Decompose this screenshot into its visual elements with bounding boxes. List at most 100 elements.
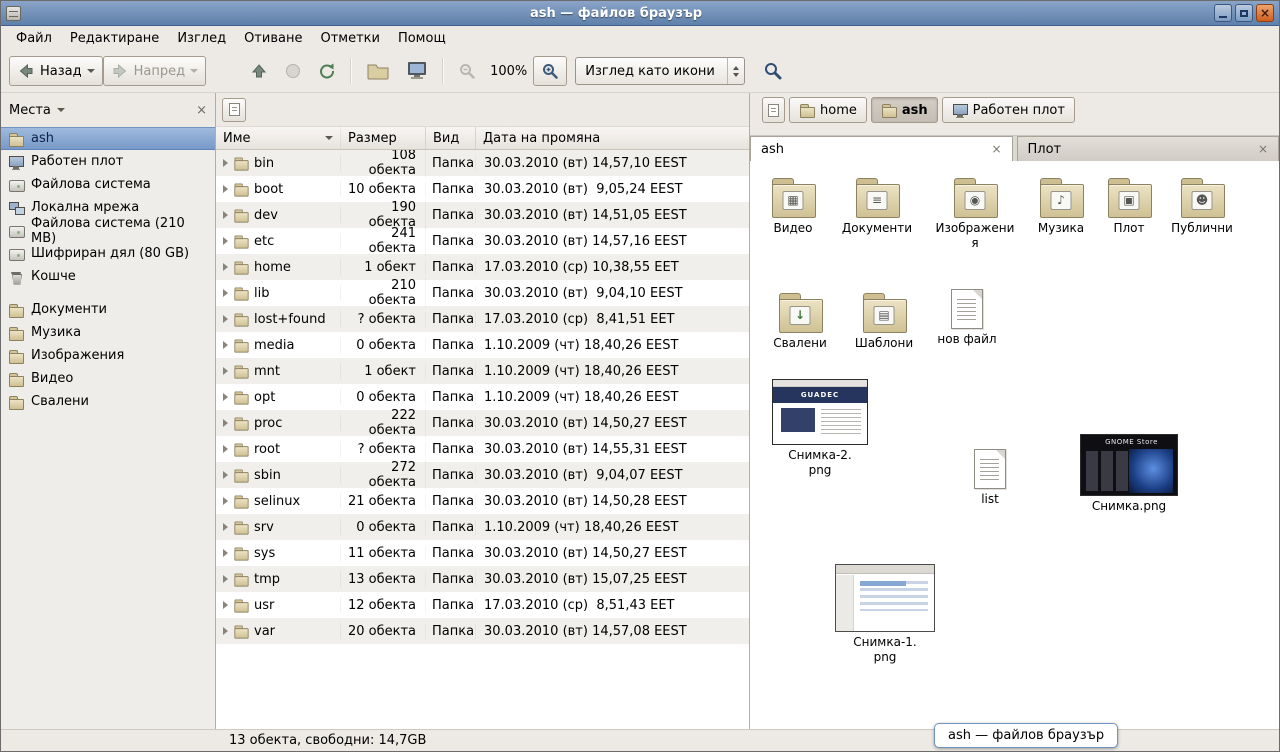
table-row[interactable]: dev 190 обекта Папка 30.03.2010 (вт) 14,…	[216, 202, 749, 228]
table-row[interactable]: selinux 21 обекта Папка 30.03.2010 (вт) …	[216, 488, 749, 514]
table-row[interactable]: srv 0 обекта Папка 1.10.2009 (чт) 18,40,…	[216, 514, 749, 540]
search-button[interactable]	[755, 55, 791, 87]
icon-item-public[interactable]: Публични	[1160, 176, 1244, 236]
table-row[interactable]: bin 108 обекта Папка 30.03.2010 (вт) 14,…	[216, 150, 749, 176]
expander-icon[interactable]	[223, 289, 228, 297]
column-header-type[interactable]: Вид	[426, 127, 476, 149]
sidebar-item[interactable]: Кошче	[1, 265, 215, 288]
table-row[interactable]: boot 10 обекта Папка 30.03.2010 (вт) 9,0…	[216, 176, 749, 202]
icon-item-snimka[interactable]: GNOME Store Снимка.png	[1079, 434, 1179, 514]
table-row[interactable]: root ? обекта Папка 30.03.2010 (вт) 14,5…	[216, 436, 749, 462]
computer-button[interactable]	[398, 55, 436, 87]
sidebar-close-icon[interactable]: ×	[196, 103, 207, 118]
home-button[interactable]	[358, 55, 398, 87]
expander-icon[interactable]	[223, 367, 228, 375]
table-row[interactable]: lib 210 обекта Папка 30.03.2010 (вт) 9,0…	[216, 280, 749, 306]
table-row[interactable]: sbin 272 обекта Папка 30.03.2010 (вт) 9,…	[216, 462, 749, 488]
up-button[interactable]	[242, 56, 276, 86]
expander-icon[interactable]	[223, 211, 228, 219]
icon-item-desktop[interactable]: Плот	[1087, 176, 1171, 236]
sidebar-title-dropdown-icon[interactable]	[57, 108, 65, 112]
folder-icon	[233, 415, 248, 430]
expander-icon[interactable]	[223, 497, 228, 505]
expander-icon[interactable]	[223, 263, 228, 271]
table-row[interactable]: mnt 1 обект Папка 1.10.2009 (чт) 18,40,2…	[216, 358, 749, 384]
menu-bookmarks[interactable]: Отметки	[311, 28, 388, 49]
table-row[interactable]: lost+found ? обекта Папка 17.03.2010 (ср…	[216, 306, 749, 332]
sidebar-item[interactable]: Шифриран дял (80 GB)	[1, 242, 215, 265]
view-mode-select[interactable]: Изглед като икони	[575, 57, 745, 85]
expander-icon[interactable]	[223, 341, 228, 349]
table-row[interactable]: proc 222 обекта Папка 30.03.2010 (вт) 14…	[216, 410, 749, 436]
minimize-button[interactable]	[1214, 4, 1232, 22]
table-row[interactable]: var 20 обекта Папка 30.03.2010 (вт) 14,5…	[216, 618, 749, 644]
menu-view[interactable]: Изглед	[168, 28, 235, 49]
column-header-date[interactable]: Дата на промяна	[476, 127, 749, 149]
zoom-in-button[interactable]	[533, 56, 567, 86]
icon-item-templates[interactable]: Шаблони	[842, 291, 926, 351]
pathbar-root-button[interactable]	[762, 97, 785, 123]
menu-go[interactable]: Отиване	[235, 28, 311, 49]
maximize-button[interactable]	[1235, 4, 1253, 22]
menu-help[interactable]: Помощ	[389, 28, 455, 49]
sidebar-item[interactable]: ash	[1, 127, 215, 150]
expander-icon[interactable]	[223, 575, 228, 583]
menu-edit[interactable]: Редактиране	[61, 28, 168, 49]
sidebar-item[interactable]: Свалени	[1, 390, 215, 413]
breadcrumb-home[interactable]: home	[789, 97, 867, 123]
sidebar-title[interactable]: Места	[9, 103, 51, 118]
expander-icon[interactable]	[223, 419, 228, 427]
breadcrumb-ash[interactable]: ash	[871, 97, 938, 123]
breadcrumb-desktop[interactable]: Работен плот	[942, 97, 1075, 123]
tab-ash[interactable]: ash ×	[750, 136, 1013, 161]
icon-item-list[interactable]: list	[948, 449, 1032, 507]
icon-item-documents[interactable]: Документи	[835, 176, 919, 236]
icon-item-new-file[interactable]: нов файл	[925, 289, 1009, 347]
expander-icon[interactable]	[223, 445, 228, 453]
reload-button[interactable]	[310, 56, 344, 86]
folder-icon	[1178, 176, 1226, 218]
expander-icon[interactable]	[223, 523, 228, 531]
expander-icon[interactable]	[223, 315, 228, 323]
column-header-name[interactable]: Име	[216, 127, 341, 149]
expander-icon[interactable]	[223, 471, 228, 479]
expander-icon[interactable]	[223, 393, 228, 401]
expander-icon[interactable]	[223, 549, 228, 557]
menu-file[interactable]: Файл	[7, 28, 61, 49]
table-row[interactable]: etc 241 обекта Папка 30.03.2010 (вт) 14,…	[216, 228, 749, 254]
table-row[interactable]: sys 11 обекта Папка 30.03.2010 (вт) 14,5…	[216, 540, 749, 566]
expander-icon[interactable]	[223, 627, 228, 635]
sidebar-item[interactable]: Работен плот	[1, 150, 215, 173]
back-dropdown-icon[interactable]	[87, 69, 95, 73]
tab-desktop[interactable]: Плот ×	[1017, 136, 1280, 161]
table-row[interactable]: media 0 обекта Папка 1.10.2009 (чт) 18,4…	[216, 332, 749, 358]
sidebar-item[interactable]: Видео	[1, 367, 215, 390]
icon-item-pictures[interactable]: Изображения	[935, 176, 1015, 251]
icon-item-downloads[interactable]: Свалени	[758, 291, 842, 351]
sidebar-item[interactable]: Файлова система (210 MB)	[1, 219, 215, 242]
table-row[interactable]: opt 0 обекта Папка 1.10.2009 (чт) 18,40,…	[216, 384, 749, 410]
expander-icon[interactable]	[223, 185, 228, 193]
table-row[interactable]: tmp 13 обекта Папка 30.03.2010 (вт) 15,0…	[216, 566, 749, 592]
expander-icon[interactable]	[223, 601, 228, 609]
table-row[interactable]: home 1 обект Папка 17.03.2010 (ср) 10,38…	[216, 254, 749, 280]
person-emblem-icon	[1192, 191, 1213, 210]
expander-icon[interactable]	[223, 237, 228, 245]
tab-close-icon[interactable]: ×	[991, 142, 1001, 156]
table-row[interactable]: usr 12 обекта Папка 17.03.2010 (ср) 8,51…	[216, 592, 749, 618]
back-button[interactable]: Назад	[9, 56, 103, 86]
sidebar-item[interactable]: Изображения	[1, 344, 215, 367]
icon-item-snimka-2[interactable]: GUADEC Снимка-2.png	[771, 379, 869, 478]
combo-spinner[interactable]	[727, 58, 744, 84]
icon-item-snimka-1[interactable]: Снимка-1.png	[835, 564, 935, 665]
icon-item-video[interactable]: Видео	[751, 176, 835, 236]
sidebar-item[interactable]: Документи	[1, 298, 215, 321]
forward-button[interactable]: Напред	[103, 56, 206, 86]
sidebar-item[interactable]: Музика	[1, 321, 215, 344]
close-button[interactable]: ×	[1256, 4, 1274, 22]
column-header-size[interactable]: Размер	[341, 127, 426, 149]
expander-icon[interactable]	[223, 159, 228, 167]
tab-close-icon[interactable]: ×	[1258, 142, 1268, 156]
sidebar-item[interactable]: Файлова система	[1, 173, 215, 196]
location-bar-toggle-button[interactable]	[222, 98, 246, 122]
